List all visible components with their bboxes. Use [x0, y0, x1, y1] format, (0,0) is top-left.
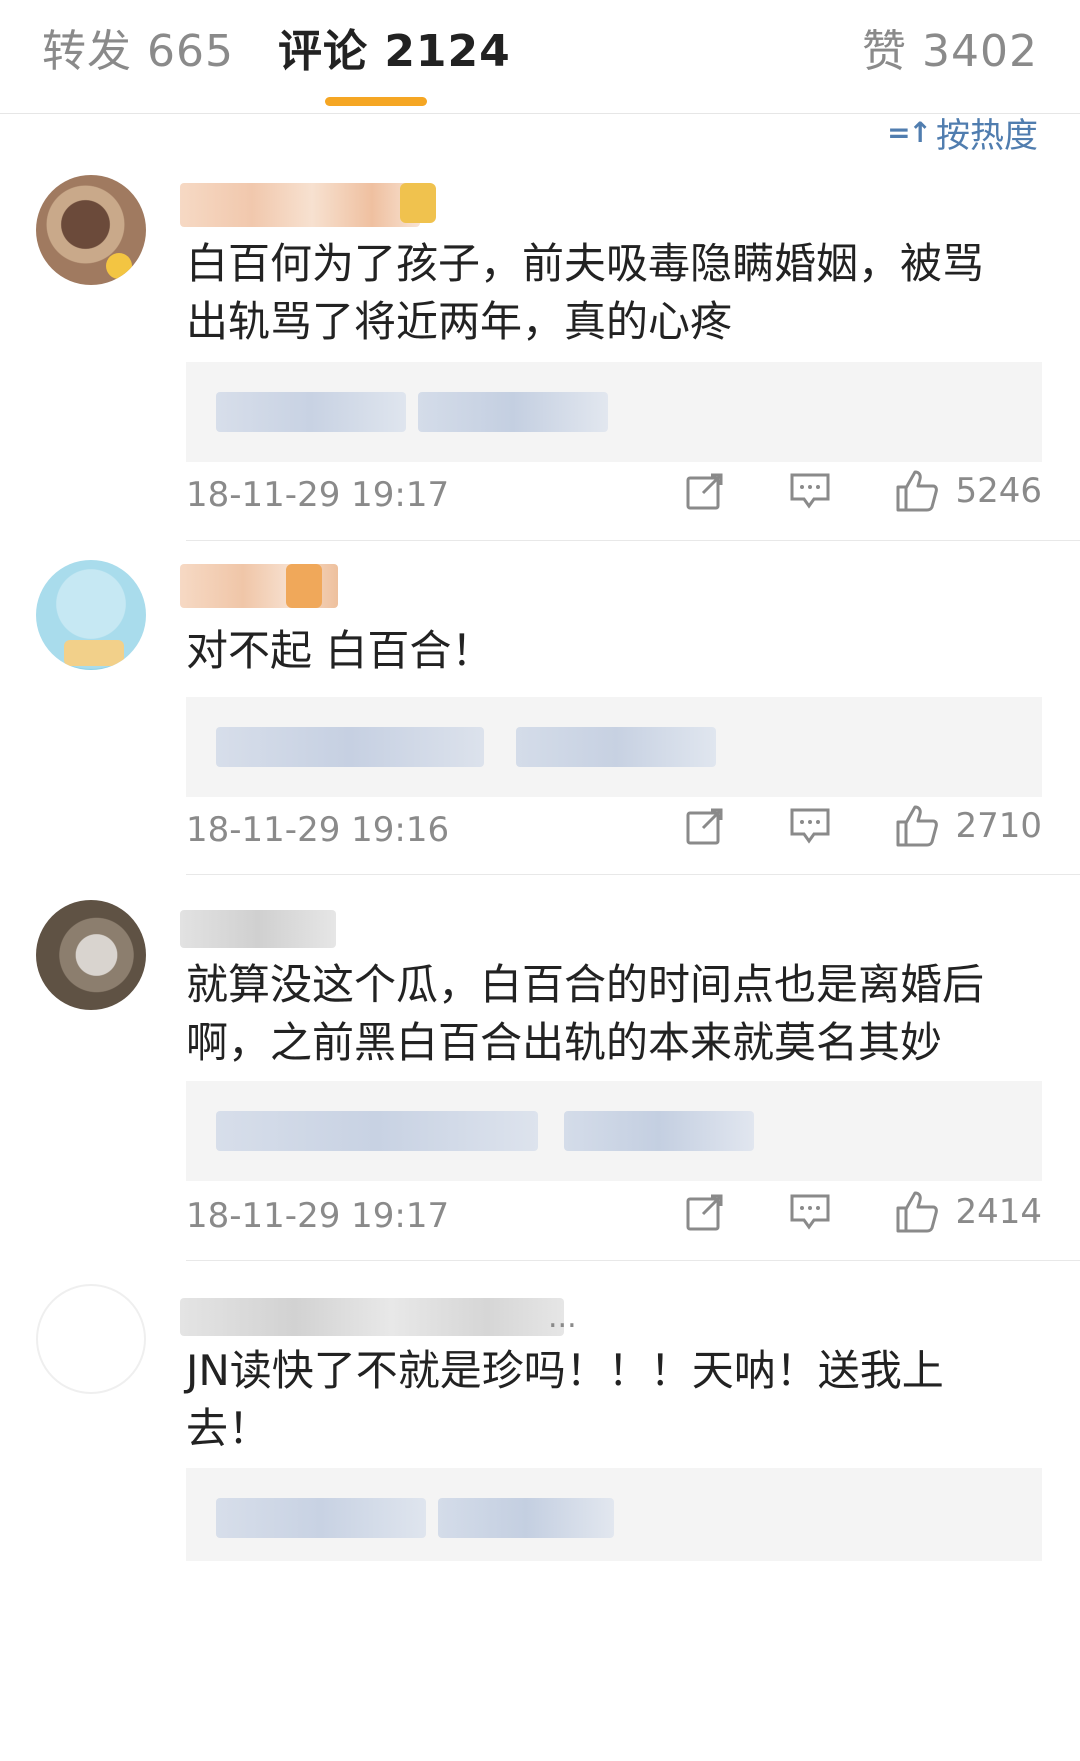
comment-tabs: 转发 665 评论 2124 赞 3402 [0, 0, 1080, 114]
comment-icon [790, 1194, 830, 1230]
reply-button[interactable] [789, 806, 831, 846]
comment-text: 对不起 白百合！ [186, 626, 494, 675]
share-button[interactable] [685, 1192, 725, 1232]
like-button[interactable]: 2710 [895, 804, 1042, 848]
reply-button[interactable] [789, 471, 831, 511]
tab-likes[interactable]: 赞 3402 [862, 26, 1038, 78]
comment-actions: 5246 [685, 469, 1042, 513]
share-button[interactable] [685, 806, 725, 846]
username-blurred[interactable] [180, 183, 420, 227]
share-icon [686, 473, 723, 510]
badge-icon [400, 183, 436, 223]
username-blurred[interactable] [180, 910, 336, 948]
sort-by-hotness-button[interactable]: =↑ 按热度 [887, 108, 1038, 157]
comment-text: 就算没这个瓜，白百合的时间点也是离婚后 啊，之前黑白百合出轨的本来就莫名其妙 [186, 960, 985, 1067]
thumbs-up-icon [896, 470, 939, 512]
like-button[interactable]: 5246 [895, 469, 1042, 513]
avatar[interactable] [36, 1284, 146, 1394]
username-blurred[interactable] [180, 1298, 564, 1336]
thumbs-up-icon [896, 1191, 939, 1233]
sort-label: 按热度 [936, 116, 1038, 156]
comment-icon [790, 808, 830, 844]
reply-button[interactable] [789, 1192, 831, 1232]
comment-actions: 2710 [685, 804, 1042, 848]
share-button[interactable] [685, 471, 725, 511]
comment-actions: 2414 [685, 1190, 1042, 1234]
share-icon [686, 808, 723, 845]
like-count: 2710 [955, 806, 1042, 846]
share-icon [686, 1194, 723, 1231]
comment-text: 白百何为了孩子，前夫吸毒隐瞒婚姻，被骂 出轨骂了将近两年，真的心疼 [186, 239, 985, 346]
sort-icon: =↑ [887, 116, 932, 149]
like-count: 2414 [955, 1192, 1042, 1232]
comment-time: 18-11-29 19:16 [186, 810, 450, 850]
badge-icon [286, 564, 322, 608]
tab-repost[interactable]: 转发 665 [42, 26, 234, 78]
username-ellipsis: ... [548, 1300, 577, 1335]
reply-preview[interactable] [186, 362, 1042, 462]
like-button[interactable]: 2414 [895, 1190, 1042, 1234]
avatar[interactable] [36, 175, 146, 285]
reply-preview[interactable] [186, 697, 1042, 797]
like-count: 5246 [955, 471, 1042, 511]
divider [186, 540, 1080, 541]
divider [186, 874, 1080, 875]
comment-time: 18-11-29 19:17 [186, 475, 450, 515]
comment-text: JN读快了不就是珍吗！！！天呐！送我上 去！ [186, 1346, 944, 1453]
reply-preview[interactable] [186, 1468, 1042, 1561]
active-tab-indicator [325, 97, 427, 106]
tab-comments[interactable]: 评论 2124 [278, 26, 511, 78]
divider [186, 1260, 1080, 1261]
comment-time: 18-11-29 19:17 [186, 1196, 450, 1236]
avatar[interactable] [36, 560, 146, 670]
avatar[interactable] [36, 900, 146, 1010]
thumbs-up-icon [896, 805, 939, 847]
comment-icon [790, 473, 830, 509]
reply-preview[interactable] [186, 1081, 1042, 1181]
